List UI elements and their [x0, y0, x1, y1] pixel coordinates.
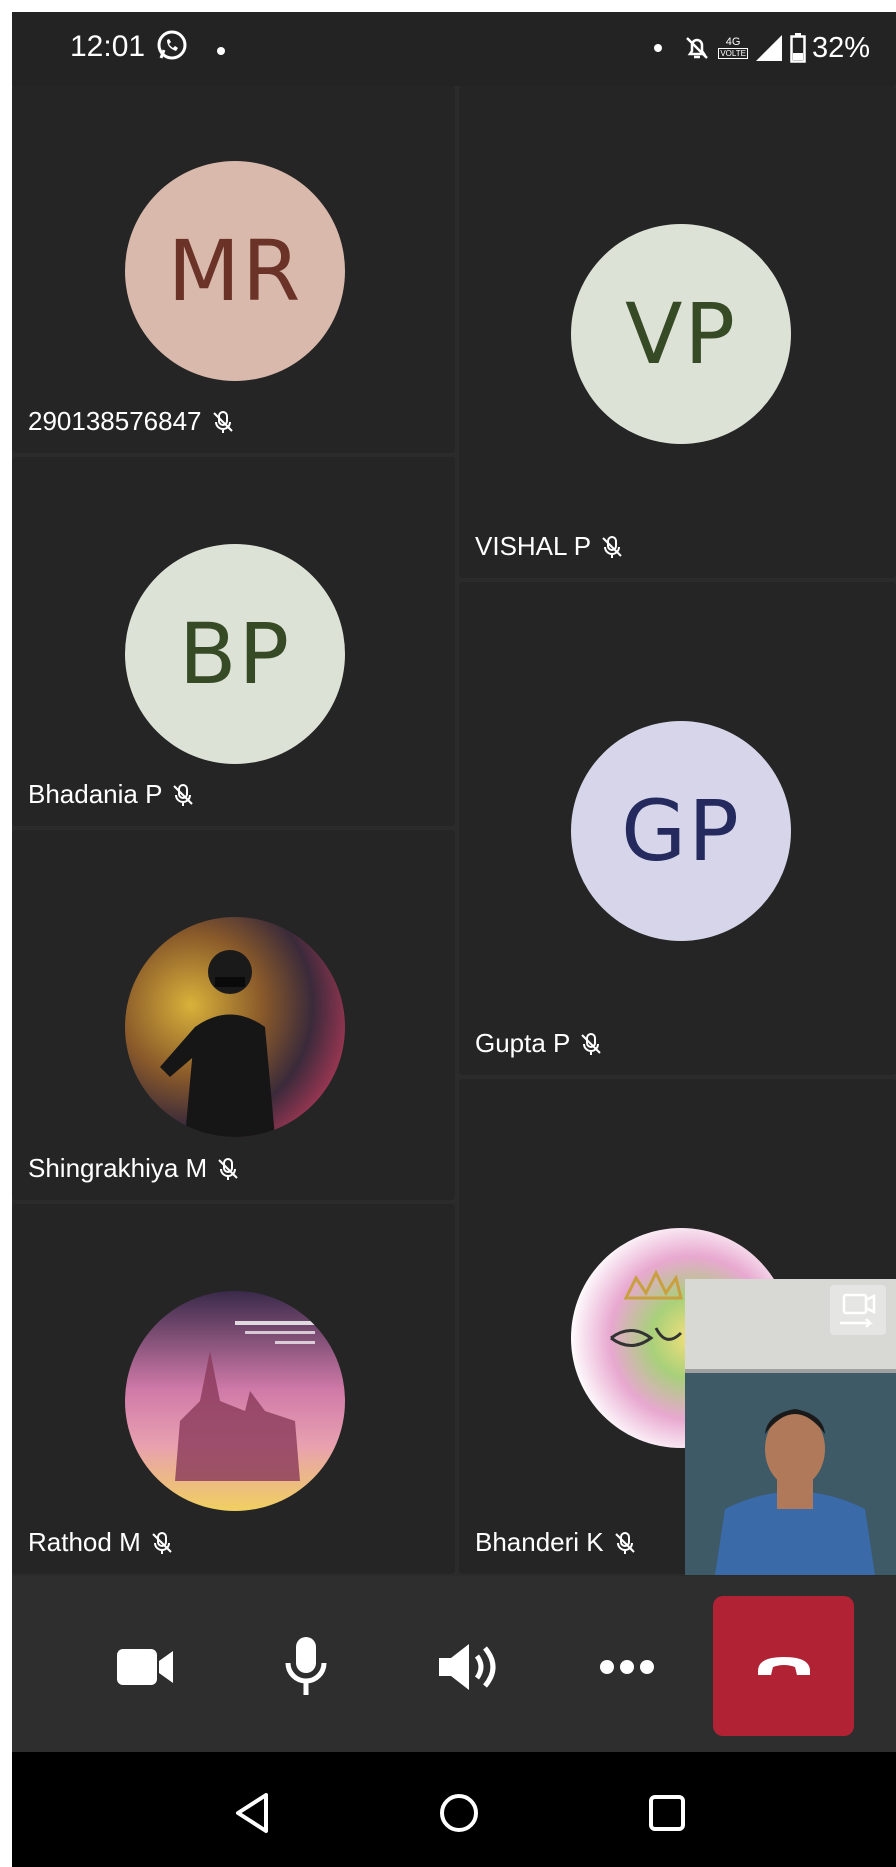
camera-toggle-button[interactable]	[100, 1622, 190, 1712]
mic-off-icon	[614, 1531, 635, 1554]
participant-avatar: BP	[125, 544, 345, 764]
nav-recents-button[interactable]	[642, 1788, 692, 1838]
microphone-icon	[285, 1637, 327, 1695]
speaker-toggle-button[interactable]	[422, 1622, 512, 1712]
participant-name: VISHAL P	[475, 531, 592, 561]
person-photo	[160, 950, 275, 1137]
call-controls	[12, 1576, 896, 1752]
avatar-initials: MR	[167, 222, 303, 320]
battery-icon	[790, 33, 806, 63]
participant-tile[interactable]: BP Bhadania P	[12, 457, 455, 826]
avatar-initials: BP	[178, 605, 292, 703]
participant-name: Rathod M	[28, 1527, 141, 1557]
participant-name-label: Rathod M	[28, 1527, 175, 1558]
status-dot	[654, 44, 663, 52]
participant-name: Bhanderi K	[475, 1527, 604, 1557]
home-icon	[440, 1794, 478, 1832]
participant-name: Shingrakhiya M	[28, 1153, 208, 1183]
participant-name: Bhadania P	[28, 779, 163, 809]
participant-tile[interactable]: VP VISHAL P	[459, 86, 896, 578]
participant-name-label: Gupta P	[475, 1028, 604, 1059]
participant-avatar: GP	[571, 721, 791, 941]
network-indicator: 4G VOLTE	[718, 37, 748, 59]
switch-camera-icon	[840, 1293, 876, 1328]
system-navigation-bar	[12, 1752, 896, 1867]
mic-off-icon	[218, 1157, 238, 1180]
participant-name-label: VISHAL P	[475, 531, 625, 562]
participant-name-label: Bhanderi K	[475, 1527, 638, 1558]
mic-off-icon	[212, 410, 233, 433]
participant-tile[interactable]: MR 290138576847	[12, 86, 455, 453]
more-options-button[interactable]	[582, 1622, 672, 1712]
participant-avatar: VP	[571, 224, 791, 444]
participant-tile[interactable]: Shingrakhiya M	[12, 830, 455, 1200]
self-view-video[interactable]	[685, 1279, 896, 1575]
participant-tile[interactable]: Rathod M	[12, 1204, 455, 1574]
switch-camera-button[interactable]	[830, 1285, 886, 1335]
avatar-initials: GP	[621, 782, 741, 880]
participant-name: Gupta P	[475, 1028, 571, 1058]
more-options-icon	[600, 1660, 654, 1674]
signal-icon	[755, 35, 782, 61]
participant-name-label: Shingrakhiya M	[28, 1153, 241, 1184]
nav-home-button[interactable]	[434, 1788, 484, 1838]
status-time: 12:01	[70, 30, 146, 63]
battery-percent: 32%	[811, 31, 870, 64]
avatar-initials: VP	[624, 285, 738, 383]
participant-name: 290138576847	[28, 406, 202, 436]
participant-tile[interactable]: GP Gupta P	[459, 582, 896, 1075]
nav-back-button[interactable]	[227, 1788, 277, 1838]
volte-label: VOLTE	[718, 48, 748, 59]
status-dot	[217, 47, 225, 55]
participant-avatar-photo	[125, 917, 345, 1137]
hang-up-icon	[757, 1657, 810, 1675]
mic-off-icon	[602, 535, 622, 558]
mic-off-icon	[152, 1531, 172, 1554]
hang-up-button[interactable]	[713, 1596, 854, 1736]
network-type: 4G	[725, 36, 741, 48]
recents-icon	[649, 1795, 685, 1831]
back-icon	[236, 1793, 268, 1833]
participant-avatar-photo	[125, 1291, 345, 1511]
speaker-icon	[439, 1644, 496, 1690]
status-bar: 12:01 4G VOLTE 32%	[12, 12, 896, 86]
whatsapp-icon	[157, 30, 187, 60]
status-icons: 4G VOLTE 32%	[654, 28, 870, 68]
participant-name-label: 290138576847	[28, 406, 236, 437]
mic-off-icon	[581, 1032, 602, 1055]
participant-name-label: Bhadania P	[28, 779, 196, 810]
participant-avatar: MR	[125, 161, 345, 381]
microphone-toggle-button[interactable]	[261, 1622, 351, 1712]
notifications-muted-icon	[686, 37, 709, 59]
temple-photo	[175, 1321, 325, 1481]
camera-icon	[117, 1649, 173, 1685]
mic-off-icon	[173, 783, 194, 806]
call-screen: 12:01 4G VOLTE 32% MR 290138576847 BP Bh…	[12, 12, 896, 1867]
